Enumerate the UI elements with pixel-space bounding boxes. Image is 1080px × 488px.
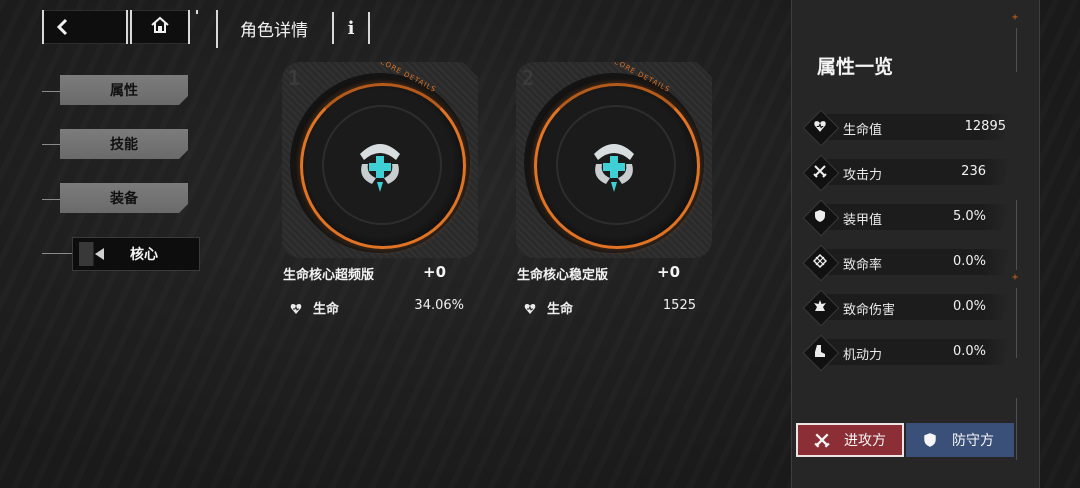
core-slot-2[interactable]: 2 CORE DETAILS bbox=[516, 62, 712, 258]
slot-number: 2 bbox=[522, 66, 535, 90]
core-level: +0 bbox=[423, 263, 447, 281]
stat-label: 生命值 bbox=[843, 123, 883, 138]
core-name: 生命核心稳定版 bbox=[517, 268, 609, 283]
stat-value: 0.0% bbox=[952, 254, 986, 269]
stat-row-crit-damage: 致命伤害 0.0% bbox=[802, 289, 1010, 327]
core-slot-1[interactable]: 1 CORE DETAILS bbox=[282, 62, 478, 258]
explosion-icon bbox=[812, 298, 828, 314]
home-button-edge-right bbox=[188, 10, 190, 44]
stat-row-hp: 生命值 12895 bbox=[802, 109, 1010, 147]
back-button-edge-right bbox=[126, 10, 128, 44]
nav-connector bbox=[42, 144, 60, 145]
defender-label: 防守方 bbox=[952, 433, 994, 449]
stat-label: 装甲值 bbox=[843, 213, 883, 228]
crit-target-icon bbox=[812, 253, 828, 269]
life-core-emblem-icon bbox=[584, 134, 644, 194]
tab-equipment[interactable]: 装备 bbox=[60, 183, 188, 213]
stat-value: 5.0% bbox=[952, 209, 986, 224]
shield-icon bbox=[812, 208, 828, 224]
panel-edge-line bbox=[1016, 28, 1017, 72]
attacker-button[interactable]: 进攻方 bbox=[796, 423, 904, 457]
heart-icon bbox=[290, 300, 302, 314]
core-stat-value: 34.06% bbox=[414, 298, 464, 313]
tab-core[interactable]: 核心 bbox=[72, 237, 200, 271]
nav-connector bbox=[42, 253, 72, 254]
info-button[interactable]: i bbox=[332, 12, 370, 44]
core-level: +0 bbox=[657, 263, 681, 281]
stat-row-armor: 装甲值 5.0% bbox=[802, 199, 1010, 237]
life-core-emblem-icon bbox=[350, 134, 410, 194]
stat-label: 攻击力 bbox=[843, 168, 883, 183]
divider-tick bbox=[196, 10, 198, 14]
stat-value: 0.0% bbox=[952, 344, 986, 359]
back-arrow-icon bbox=[55, 18, 69, 40]
stat-label: 机动力 bbox=[843, 348, 883, 363]
shield-icon bbox=[920, 430, 940, 450]
stat-label: 致命伤害 bbox=[843, 303, 896, 318]
home-button-edge bbox=[130, 10, 132, 44]
core-name: 生命核心超频版 bbox=[283, 268, 375, 283]
back-button[interactable] bbox=[42, 10, 128, 44]
stat-row-attack: 攻击力 236 bbox=[802, 154, 1010, 192]
crossed-swords-icon bbox=[812, 430, 832, 450]
stat-row-mobility: 机动力 0.0% bbox=[802, 334, 1010, 372]
panel-edge-line bbox=[1016, 200, 1017, 270]
panel-title: 属性一览 bbox=[817, 56, 894, 78]
title-divider bbox=[216, 10, 218, 48]
slot-number: 1 bbox=[288, 66, 301, 90]
nav-connector bbox=[42, 91, 60, 92]
corner-plus-icon: + bbox=[1012, 272, 1019, 283]
back-button-edge bbox=[42, 10, 44, 44]
core-stat-label: 生命 bbox=[313, 302, 340, 317]
stat-row-crit-rate: 致命率 0.0% bbox=[802, 244, 1010, 282]
corner-plus-icon: + bbox=[1012, 12, 1019, 23]
attacker-label: 进攻方 bbox=[844, 433, 886, 449]
core-stat-label: 生命 bbox=[547, 302, 574, 317]
core-stat-value: 1525 bbox=[662, 298, 696, 313]
panel-edge-line bbox=[1016, 398, 1017, 460]
tab-attributes[interactable]: 属性 bbox=[60, 75, 188, 105]
home-icon bbox=[150, 16, 170, 38]
crossed-swords-icon bbox=[812, 163, 828, 179]
stat-value: 0.0% bbox=[952, 299, 986, 314]
heart-icon bbox=[812, 118, 828, 134]
home-button[interactable] bbox=[130, 10, 190, 44]
stat-label: 致命率 bbox=[843, 258, 883, 273]
panel-edge-line bbox=[1016, 288, 1017, 358]
active-arrow-icon bbox=[95, 248, 104, 260]
tab-core-label: 核心 bbox=[130, 247, 158, 263]
tab-skills[interactable]: 技能 bbox=[60, 129, 188, 159]
stat-value: 12895 bbox=[964, 119, 1006, 134]
heart-icon bbox=[524, 300, 536, 314]
defender-button[interactable]: 防守方 bbox=[906, 423, 1014, 457]
stat-value: 236 bbox=[961, 164, 986, 179]
boot-icon bbox=[812, 343, 828, 359]
page-title: 角色详情 bbox=[240, 21, 308, 41]
nav-connector bbox=[42, 199, 60, 200]
